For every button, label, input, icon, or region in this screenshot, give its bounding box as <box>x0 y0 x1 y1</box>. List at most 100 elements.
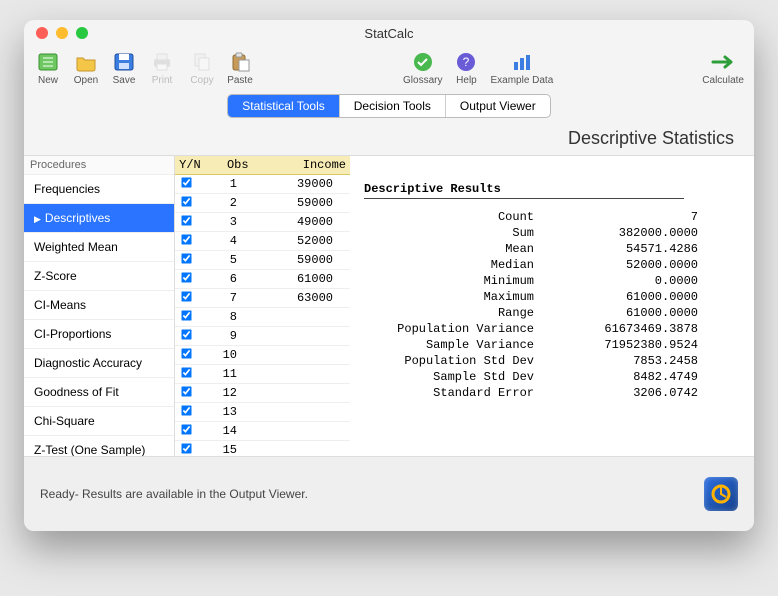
row-income[interactable]: 59000 <box>243 253 339 267</box>
svg-text:?: ? <box>463 55 470 69</box>
save-label: Save <box>113 75 136 86</box>
row-checkbox[interactable] <box>175 176 197 193</box>
data-row[interactable]: 11 <box>175 365 350 384</box>
copy-icon <box>188 50 216 74</box>
sidebar-item-z-score[interactable]: Z-Score <box>24 262 174 291</box>
row-checkbox[interactable] <box>175 309 197 326</box>
result-label: Mean <box>364 242 558 256</box>
row-obs: 11 <box>197 367 243 381</box>
sidebar-item-descriptives[interactable]: Descriptives <box>24 204 174 233</box>
row-checkbox[interactable] <box>175 385 197 402</box>
result-row: Standard Error3206.0742 <box>364 385 740 401</box>
data-row[interactable]: 8 <box>175 308 350 327</box>
sidebar-item-frequencies[interactable]: Frequencies <box>24 175 174 204</box>
result-row: Mean54571.4286 <box>364 241 740 257</box>
row-checkbox[interactable] <box>175 328 197 345</box>
result-label: Count <box>364 210 558 224</box>
result-value: 61673469.3878 <box>558 322 698 336</box>
row-checkbox[interactable] <box>175 233 197 250</box>
data-row[interactable]: 9 <box>175 327 350 346</box>
data-row[interactable]: 661000 <box>175 270 350 289</box>
result-label: Maximum <box>364 290 558 304</box>
calculate-label: Calculate <box>702 75 744 86</box>
row-checkbox[interactable] <box>175 252 197 269</box>
glossary-button[interactable]: Glossary <box>403 50 442 86</box>
row-income[interactable]: 61000 <box>243 272 339 286</box>
result-label: Range <box>364 306 558 320</box>
row-obs: 7 <box>197 291 243 305</box>
minimize-icon[interactable] <box>56 27 68 39</box>
close-icon[interactable] <box>36 27 48 39</box>
data-row[interactable]: 139000 <box>175 175 350 194</box>
result-row: Population Std Dev7853.2458 <box>364 353 740 369</box>
sidebar-item-ci-means[interactable]: CI-Means <box>24 291 174 320</box>
procedures-sidebar[interactable]: Procedures FrequenciesDescriptivesWeight… <box>24 156 175 456</box>
row-income[interactable]: 59000 <box>243 196 339 210</box>
data-row[interactable]: 349000 <box>175 213 350 232</box>
help-button[interactable]: ? Help <box>452 50 480 86</box>
row-checkbox[interactable] <box>175 404 197 421</box>
new-button[interactable]: New <box>34 50 62 86</box>
data-row[interactable]: 12 <box>175 384 350 403</box>
sidebar-item-diagnostic-accuracy[interactable]: Diagnostic Accuracy <box>24 349 174 378</box>
tab-output-viewer[interactable]: Output Viewer <box>446 95 550 117</box>
copy-button[interactable]: Copy <box>188 50 216 86</box>
paste-label: Paste <box>227 75 253 86</box>
result-row: Sum382000.0000 <box>364 225 740 241</box>
result-label: Sample Std Dev <box>364 370 558 384</box>
row-checkbox[interactable] <box>175 347 197 364</box>
tab-decision-tools[interactable]: Decision Tools <box>340 95 446 117</box>
glossary-label: Glossary <box>403 75 442 86</box>
sidebar-item-ci-proportions[interactable]: CI-Proportions <box>24 320 174 349</box>
new-label: New <box>38 75 58 86</box>
toolbar: New Open Save Print <box>24 46 754 88</box>
row-income[interactable]: 52000 <box>243 234 339 248</box>
row-checkbox[interactable] <box>175 271 197 288</box>
print-button[interactable]: Print <box>148 50 176 86</box>
row-checkbox[interactable] <box>175 442 197 457</box>
sidebar-item-chi-square[interactable]: Chi-Square <box>24 407 174 436</box>
data-row[interactable]: 13 <box>175 403 350 422</box>
tab-statistical-tools[interactable]: Statistical Tools <box>228 95 339 117</box>
sidebar-item-weighted-mean[interactable]: Weighted Mean <box>24 233 174 262</box>
result-value: 52000.0000 <box>558 258 698 272</box>
data-row[interactable]: 15 <box>175 441 350 456</box>
sidebar-item-z-test-one-sample-[interactable]: Z-Test (One Sample) <box>24 436 174 456</box>
row-income[interactable]: 63000 <box>243 291 339 305</box>
row-obs: 14 <box>197 424 243 438</box>
data-row[interactable]: 10 <box>175 346 350 365</box>
main-area: Procedures FrequenciesDescriptivesWeight… <box>24 155 754 456</box>
example-label: Example Data <box>490 75 553 86</box>
data-row[interactable]: 763000 <box>175 289 350 308</box>
row-checkbox[interactable] <box>175 195 197 212</box>
row-obs: 8 <box>197 310 243 324</box>
row-checkbox[interactable] <box>175 290 197 307</box>
example-icon <box>508 50 536 74</box>
row-checkbox[interactable] <box>175 366 197 383</box>
row-income[interactable]: 39000 <box>243 177 339 191</box>
example-data-button[interactable]: Example Data <box>490 50 553 86</box>
row-obs: 13 <box>197 405 243 419</box>
row-checkbox[interactable] <box>175 423 197 440</box>
result-label: Sum <box>364 226 558 240</box>
open-button[interactable]: Open <box>72 50 100 86</box>
save-button[interactable]: Save <box>110 50 138 86</box>
maximize-icon[interactable] <box>76 27 88 39</box>
data-row[interactable]: 559000 <box>175 251 350 270</box>
tab-strip: Statistical Tools Decision Tools Output … <box>24 94 754 118</box>
new-icon <box>34 50 62 74</box>
data-row[interactable]: 14 <box>175 422 350 441</box>
result-value: 8482.4749 <box>558 370 698 384</box>
row-checkbox[interactable] <box>175 214 197 231</box>
result-value: 382000.0000 <box>558 226 698 240</box>
sidebar-item-goodness-of-fit[interactable]: Goodness of Fit <box>24 378 174 407</box>
data-row[interactable]: 259000 <box>175 194 350 213</box>
copy-label: Copy <box>190 75 213 86</box>
row-income[interactable]: 49000 <box>243 215 339 229</box>
data-grid[interactable]: Y/N Obs Income 1390002590003490004520005… <box>175 156 350 456</box>
data-row[interactable]: 452000 <box>175 232 350 251</box>
paste-button[interactable]: Paste <box>226 50 254 86</box>
calculate-button[interactable]: Calculate <box>702 50 744 86</box>
result-row: Range61000.0000 <box>364 305 740 321</box>
result-label: Population Std Dev <box>364 354 558 368</box>
